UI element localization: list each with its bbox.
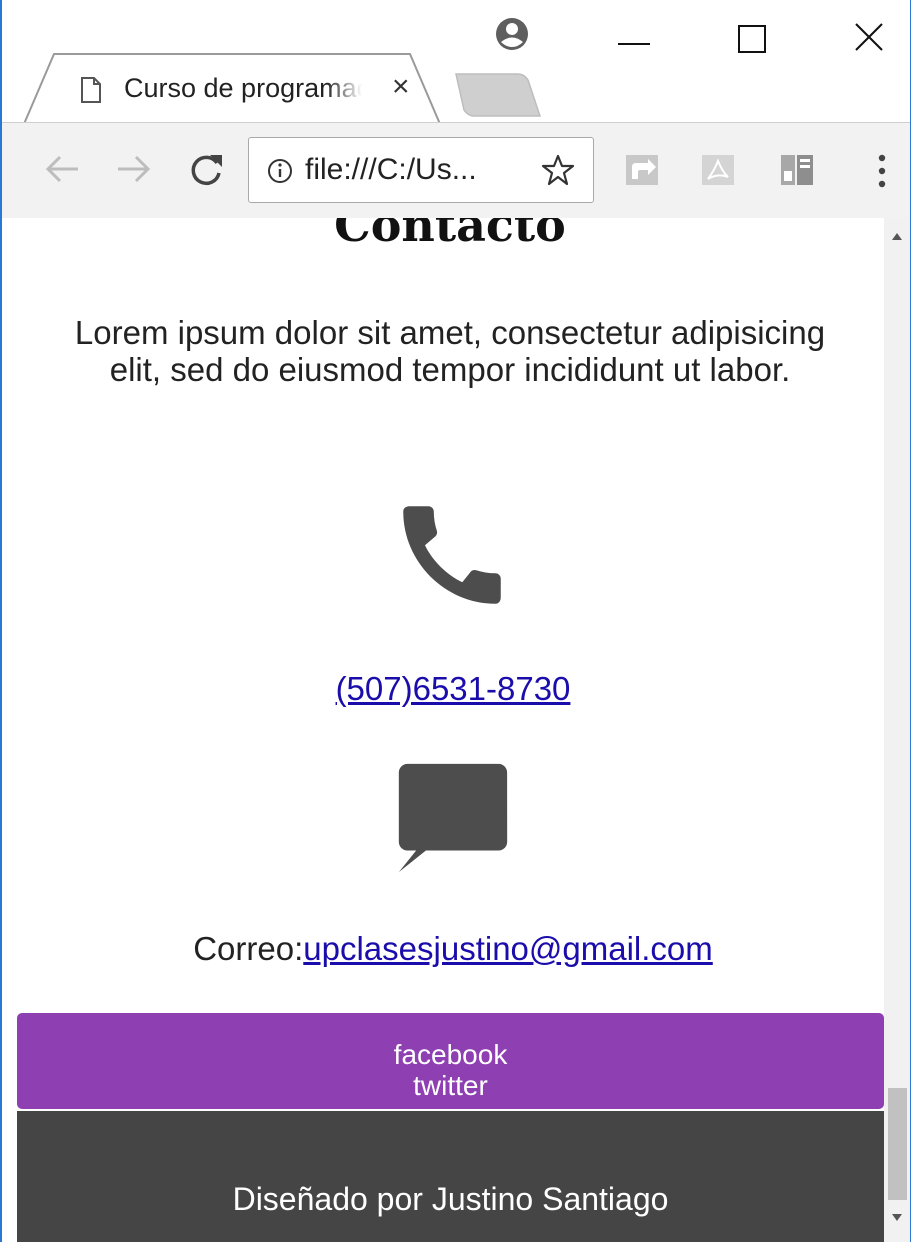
star-icon[interactable] bbox=[541, 153, 575, 187]
twitter-link[interactable]: twitter bbox=[17, 1070, 884, 1101]
social-links: facebook twitter bbox=[17, 1013, 884, 1109]
tab-close-icon[interactable]: × bbox=[392, 70, 410, 104]
reader-extension-icon[interactable] bbox=[779, 153, 815, 187]
browser-toolbar: file:///C:/Us... bbox=[2, 122, 910, 219]
email-line: Correo:upclasesjustino@gmail.com bbox=[2, 930, 884, 968]
chat-icon bbox=[398, 763, 508, 873]
pdf-extension-icon[interactable] bbox=[700, 153, 736, 187]
facebook-link[interactable]: facebook bbox=[17, 1039, 884, 1070]
phone-icon bbox=[403, 506, 501, 604]
page-viewport: Contacto Lorem ipsum dolor sit amet, con… bbox=[2, 218, 884, 1242]
browser-tab[interactable]: Curso de programación × bbox=[22, 52, 442, 124]
scrollbar-thumb[interactable] bbox=[888, 1088, 907, 1200]
url-text: file:///C:/Us... bbox=[305, 153, 477, 186]
footer-credit: Diseñado por Justino Santiago bbox=[232, 1181, 669, 1217]
forward-arrow-icon[interactable] bbox=[114, 151, 154, 187]
intro-paragraph: Lorem ipsum dolor sit amet, consectetur … bbox=[74, 314, 826, 388]
share-extension-icon[interactable] bbox=[624, 153, 660, 187]
address-bar[interactable]: file:///C:/Us... bbox=[248, 137, 594, 203]
info-icon[interactable] bbox=[267, 158, 293, 184]
more-vert-icon[interactable] bbox=[875, 153, 889, 189]
email-link[interactable]: upclasesjustino@gmail.com bbox=[303, 930, 713, 967]
close-icon[interactable] bbox=[850, 20, 890, 60]
new-tab-button[interactable] bbox=[450, 70, 542, 122]
page-title: Contacto bbox=[334, 218, 566, 252]
page-footer: Diseñado por Justino Santiago bbox=[17, 1111, 884, 1242]
vertical-scrollbar[interactable] bbox=[884, 218, 910, 1242]
minimize-icon[interactable] bbox=[614, 20, 654, 60]
scroll-down-arrow-icon[interactable] bbox=[891, 1212, 903, 1222]
title-bar: Curso de programación × bbox=[2, 0, 910, 124]
profile-icon[interactable] bbox=[492, 14, 532, 54]
reload-icon[interactable] bbox=[186, 151, 226, 191]
email-label: Correo: bbox=[193, 930, 304, 967]
scroll-up-arrow-icon[interactable] bbox=[891, 232, 903, 242]
browser-window: Curso de programación × bbox=[0, 0, 911, 1242]
maximize-icon[interactable] bbox=[735, 20, 775, 60]
document-icon bbox=[81, 77, 101, 103]
phone-link[interactable]: (507)6531-8730 bbox=[2, 670, 884, 708]
back-arrow-icon[interactable] bbox=[42, 151, 82, 187]
tab-title: Curso de programación bbox=[124, 73, 362, 103]
